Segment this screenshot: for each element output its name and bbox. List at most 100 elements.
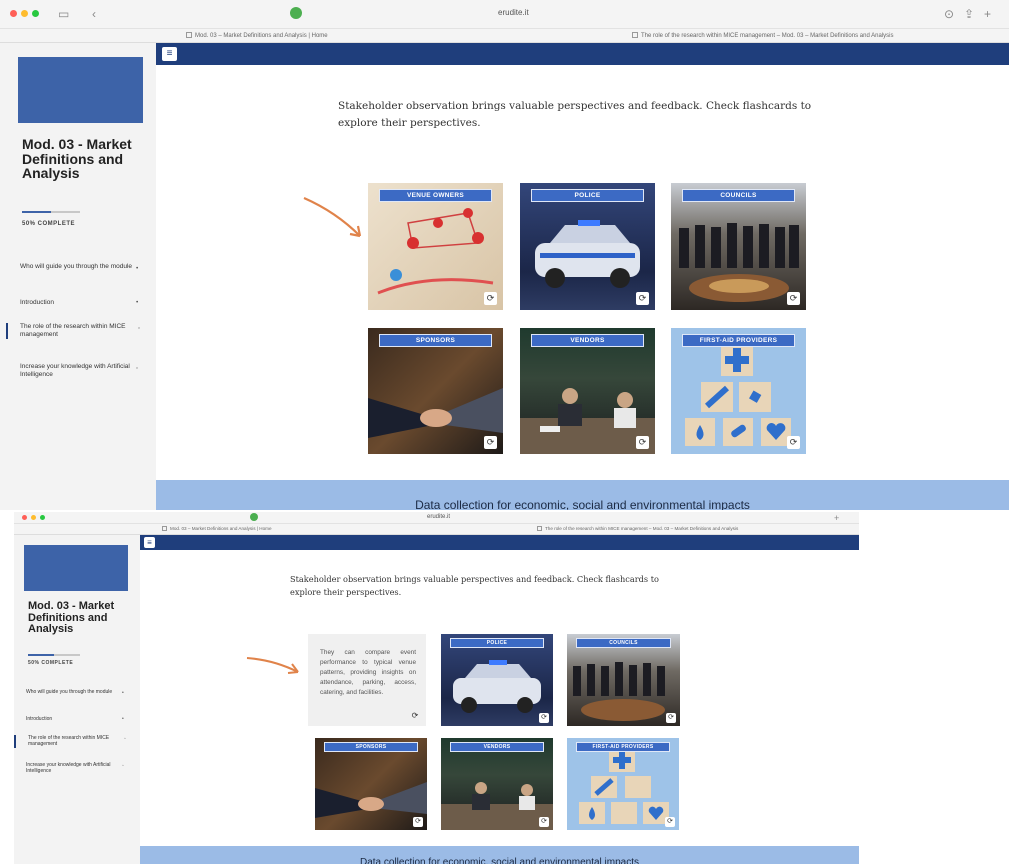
status-dot-icon: • (136, 299, 139, 306)
sidebar-item-introduction[interactable]: Introduction • (26, 716, 126, 722)
address-bar[interactable]: erudite.it (498, 8, 529, 17)
flip-icon[interactable]: ⟳ (484, 436, 497, 449)
close-window-icon[interactable] (22, 515, 27, 520)
flip-icon[interactable]: ⟳ (665, 817, 675, 827)
tab-current-lesson[interactable]: The role of the research within MICE man… (537, 526, 738, 531)
flip-icon[interactable]: ⟳ (787, 292, 800, 305)
tab-bar: Mod. 03 – Market Definitions and Analysi… (14, 523, 859, 534)
browser-toolbar: erudite.it + (14, 512, 859, 523)
status-dot-icon: • (136, 265, 139, 272)
course-title: Mod. 03 - Market Definitions and Analysi… (22, 136, 132, 182)
intro-text: Stakeholder observation brings valuable … (290, 574, 659, 598)
address-bar[interactable]: erudite.it (427, 514, 450, 520)
card-label: SPONSORS (378, 334, 493, 347)
flip-icon[interactable]: ⟳ (413, 817, 423, 827)
hamburger-menu-icon[interactable]: ≡ (144, 537, 155, 548)
status-dot-icon: ◦ (122, 763, 124, 769)
zoom-window-icon[interactable] (32, 10, 39, 17)
flashcard-vendors[interactable]: VENDORS ⟳ (520, 328, 655, 454)
hamburger-menu-icon[interactable]: ≡ (162, 47, 177, 61)
progress-label: 50% COMPLETE (22, 221, 76, 227)
flashcard-councils[interactable]: COUNCILS ⟳ (671, 183, 806, 310)
sidebar-item-research-role[interactable]: The role of the research within MICE man… (14, 735, 126, 748)
sidebar-item-ai[interactable]: Increase your knowledge with Artificial … (26, 762, 126, 775)
sidebar-item-guide[interactable]: Who will guide you through the module • (26, 689, 126, 696)
police-car-illustration (535, 220, 640, 288)
flip-icon[interactable]: ⟳ (539, 817, 549, 827)
sidebar-item-label: Increase your knowledge with Artificial … (20, 363, 130, 379)
tab-label: The role of the research within MICE man… (545, 526, 739, 531)
flashcard-police[interactable]: POLICE ⟳ (520, 183, 655, 310)
new-tab-icon[interactable]: + (984, 6, 991, 22)
privacy-shield-icon[interactable] (290, 7, 302, 19)
close-window-icon[interactable] (10, 10, 17, 17)
flashcard-police[interactable]: POLICE ⟳ (441, 634, 553, 726)
flashcard-sponsors[interactable]: SPONSORS ⟳ (368, 328, 503, 454)
flashcard-vendors[interactable]: VENDORS ⟳ (441, 738, 553, 830)
window-controls[interactable] (22, 515, 45, 520)
progress-bar (28, 654, 80, 656)
section-title: Data collection for economic, social and… (359, 857, 640, 864)
tab-bar: Mod. 03 – Market Definitions and Analysi… (0, 28, 1009, 42)
sidebar-item-label: Introduction (20, 299, 54, 306)
tab-favicon-icon (537, 526, 542, 531)
card-label: COUNCILS (681, 189, 796, 202)
minimize-window-icon[interactable] (31, 515, 36, 520)
sidebar-item-research-role[interactable]: The role of the research within MICE man… (6, 323, 141, 340)
screenshot-top: ▭ ‹ erudite.it ⊙ ⇪ + Mod. 03 – Market De… (0, 0, 1009, 512)
window-controls[interactable] (10, 10, 39, 17)
zoom-window-icon[interactable] (40, 515, 45, 520)
minimize-window-icon[interactable] (21, 10, 28, 17)
progress-label: 50% COMPLETE (28, 660, 74, 666)
flashcard-back-text: They can compare event performance to ty… (320, 649, 416, 696)
flip-icon[interactable]: ⟳ (539, 713, 549, 723)
sidebar-item-guide[interactable]: Who will guide you through the module • (20, 263, 140, 272)
status-dot-icon: ◦ (138, 325, 141, 332)
flip-icon[interactable]: ⟳ (636, 436, 649, 449)
sidebar-toggle-icon[interactable]: ▭ (58, 6, 69, 22)
tab-favicon-icon (162, 526, 167, 531)
sidebar-item-label: Introduction (26, 716, 53, 722)
section-header-bar: Data collection for economic, social and… (156, 480, 1009, 512)
status-dot-icon: • (122, 716, 124, 722)
browser-chrome: ▭ ‹ erudite.it ⊙ ⇪ + Mod. 03 – Market De… (0, 0, 1009, 43)
flashcard-venue-owners-back[interactable]: They can compare event performance to ty… (308, 634, 426, 726)
screenshot-bottom: erudite.it + Mod. 03 – Market Definition… (14, 512, 859, 864)
flip-icon[interactable]: ⟳ (787, 436, 800, 449)
download-icon[interactable]: ⊙ (944, 6, 954, 22)
intro-text: Stakeholder observation brings valuable … (338, 100, 812, 129)
annotation-arrow-icon (246, 657, 299, 674)
flip-icon[interactable]: ⟳ (636, 292, 649, 305)
course-sidebar: Mod. 03 - Market Definitions and Analysi… (14, 535, 140, 864)
privacy-shield-icon[interactable] (250, 513, 258, 521)
flip-icon[interactable]: ⟳ (484, 292, 497, 305)
card-label: VENUE OWNERS (378, 189, 493, 202)
card-label: POLICE (530, 189, 645, 202)
tab-home[interactable]: Mod. 03 – Market Definitions and Analysi… (186, 32, 328, 39)
sidebar-item-ai[interactable]: Increase your knowledge with Artificial … (20, 363, 140, 379)
tab-favicon-icon (632, 32, 638, 38)
map-pins-illustration (377, 208, 494, 295)
flashcard-first-aid[interactable]: FIRST-AID PROVIDERS ⟳ (671, 328, 806, 454)
tab-favicon-icon (186, 32, 192, 38)
tab-label: Mod. 03 – Market Definitions and Analysi… (170, 526, 272, 531)
progress-bar-fill (28, 654, 54, 656)
flashcard-venue-owners[interactable]: VENUE OWNERS ⟳ (368, 183, 503, 310)
sidebar-item-label: Who will guide you through the module (26, 689, 113, 695)
tab-home[interactable]: Mod. 03 – Market Definitions and Analysi… (162, 526, 272, 531)
flashcard-first-aid[interactable]: FIRST-AID PROVIDERS ⟳ (567, 738, 679, 830)
sidebar-item-label: The role of the research within MICE man… (20, 323, 126, 339)
card-label: COUNCILS (576, 638, 671, 648)
flashcard-councils[interactable]: COUNCILS ⟳ (567, 634, 680, 726)
sidebar-item-introduction[interactable]: Introduction • (20, 299, 140, 307)
course-logo (24, 545, 128, 591)
flashcard-sponsors[interactable]: SPONSORS ⟳ (315, 738, 427, 830)
tab-label: The role of the research within MICE man… (641, 33, 894, 39)
back-icon[interactable]: ‹ (92, 6, 96, 22)
flip-icon[interactable]: ⟳ (410, 711, 420, 721)
sidebar-item-label: Who will guide you through the module (20, 263, 133, 270)
top-header-bar: ≡ (156, 43, 1009, 65)
share-icon[interactable]: ⇪ (964, 6, 974, 22)
flip-icon[interactable]: ⟳ (666, 713, 676, 723)
tab-current-lesson[interactable]: The role of the research within MICE man… (632, 32, 893, 39)
